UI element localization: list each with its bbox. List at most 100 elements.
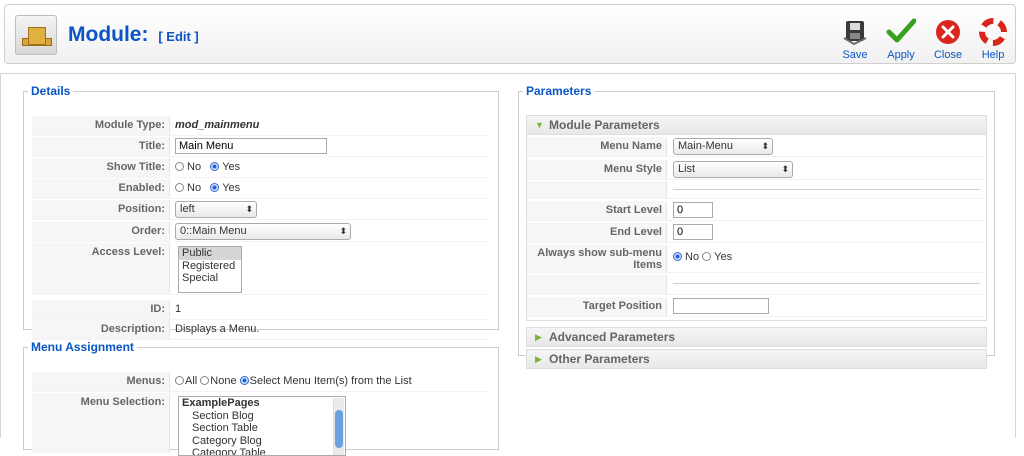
show-title-no-label: No [187,161,202,173]
help-label: Help [981,49,1005,61]
start-level-label: Start Level [527,201,667,220]
show-title-label: Show Title: [32,158,170,177]
show-title-yes-label: Yes [222,161,241,173]
menu-selection-listbox[interactable]: ExamplePages Section Blog Section Table … [178,396,346,456]
always-show-no-radio[interactable]: No [673,251,699,263]
module-parameters-body: Menu Name Main-Menu ⬍ Menu Style List ⬍ [526,135,987,321]
order-value: 0::Main Menu [180,225,247,237]
id-row: ID: 1 [32,300,490,320]
menu-style-select[interactable]: List ⬍ [673,161,793,178]
module-parameters-title: Module Parameters [549,118,660,132]
always-show-yes-label: Yes [714,251,733,263]
page-title: Module: [ Edit ] [68,23,199,47]
description-row: Description: Displays a Menu. [32,320,490,340]
order-label: Order: [32,222,170,241]
start-level-row: Start Level [527,201,986,221]
separator-line [673,189,980,190]
position-select[interactable]: left ⬍ [175,201,257,218]
enabled-no-label: No [187,182,202,194]
close-label: Close [933,49,963,61]
menus-row: Menus: All None Select Menu Item(s) from… [32,372,490,392]
menu-item-option[interactable]: Section Blog [179,410,345,423]
position-row: Position: left ⬍ [32,200,490,220]
enabled-label: Enabled: [32,179,170,198]
enabled-row: Enabled: No Yes [32,179,490,199]
enabled-yes-radio[interactable]: Yes [210,182,240,194]
menu-item-option[interactable]: Section Table [179,422,345,435]
menus-select-radio[interactable]: Select Menu Item(s) from the List [239,375,412,387]
order-row: Order: 0::Main Menu ⬍ [32,222,490,242]
target-position-input[interactable] [673,298,769,314]
checkmark-icon [886,18,916,43]
menu-style-row: Menu Style List ⬍ [527,160,986,180]
menu-assignment-legend: Menu Assignment [31,340,134,354]
enabled-no-radio[interactable]: No [175,182,201,194]
access-level-listbox[interactable]: Public Registered Special [178,246,242,293]
menus-label: Menus: [32,372,170,391]
other-parameters-toggle[interactable]: ▶ Other Parameters [526,349,987,369]
title-row: Title: [32,137,490,157]
select-arrows-icon: ⬍ [761,141,769,151]
menu-name-select[interactable]: Main-Menu ⬍ [673,138,773,155]
separator-line-2 [673,283,980,284]
id-value: 1 [175,303,182,315]
details-fieldset: Details Module Type: mod_mainmenu Title:… [23,84,499,340]
module-type-value: mod_mainmenu [175,119,260,131]
select-arrows-icon: ⬍ [245,204,253,214]
help-button[interactable]: Help [971,18,1015,64]
menus-all-radio[interactable]: All [175,375,197,387]
save-label: Save [842,49,868,61]
always-show-label: Always show sub-menu Items [527,245,667,272]
end-level-row: End Level [527,223,986,243]
menu-selection-row: Menu Selection: ExamplePages Section Blo… [32,393,490,456]
module-type-label: Module Type: [32,116,170,135]
always-show-no-label: No [685,251,700,263]
menu-item-option[interactable]: Category Table [179,447,345,455]
menu-name-value: Main-Menu [678,140,734,152]
order-select[interactable]: 0::Main Menu ⬍ [175,223,351,240]
end-level-input[interactable] [673,224,713,240]
menu-style-value: List [678,163,696,175]
menu-style-label: Menu Style [527,160,667,179]
apply-button[interactable]: Apply [879,18,923,64]
expanded-triangle-icon: ▼ [535,120,544,130]
menu-item-option[interactable]: Category Blog [179,435,345,448]
listbox-scrollbar[interactable] [333,398,344,455]
main-area: Details Module Type: mod_mainmenu Title:… [0,73,1016,456]
menus-none-radio[interactable]: None [200,375,237,387]
title-label: Title: [32,137,170,156]
spacer-row-2 [527,275,986,295]
access-option[interactable]: Special [179,272,241,285]
position-value: left [180,203,195,215]
advanced-parameters-toggle[interactable]: ▶ Advanced Parameters [526,327,987,347]
always-show-row: Always show sub-menu Items No Yes [527,245,986,273]
menu-name-label: Menu Name [527,137,667,156]
page-subtitle: [ Edit ] [158,29,199,44]
floppy-disk-icon [843,21,867,46]
always-show-yes-radio[interactable]: Yes [702,251,732,263]
start-level-input[interactable] [673,202,713,218]
position-label: Position: [32,200,170,219]
close-button[interactable]: Close [926,18,970,64]
save-button[interactable]: Save [833,18,877,64]
end-level-label: End Level [527,223,667,242]
collapsed-triangle-icon: ▶ [535,332,542,342]
access-level-row: Access Level: Public Registered Special [32,243,490,295]
access-option[interactable]: Public [179,247,241,260]
page-title-text: Module: [68,23,149,46]
module-parameters-toggle[interactable]: ▼ Module Parameters [526,115,987,135]
spacer-row [527,181,986,199]
menu-selection-label: Menu Selection: [32,393,170,453]
toolbar: Module: [ Edit ] Save Apply Close Help [4,4,1016,64]
show-title-yes-radio[interactable]: Yes [210,161,240,173]
other-parameters-title: Other Parameters [549,352,650,366]
spacer-label-2 [527,275,667,294]
menu-item-option[interactable]: ExamplePages [179,397,345,410]
access-option[interactable]: Registered [179,260,241,273]
target-position-row: Target Position [527,297,986,317]
show-title-no-radio[interactable]: No [175,161,201,173]
target-position-label: Target Position [527,297,667,316]
title-input[interactable] [175,138,327,154]
menus-select-label: Select Menu Item(s) from the List [249,375,412,387]
menu-name-row: Menu Name Main-Menu ⬍ [527,137,986,157]
